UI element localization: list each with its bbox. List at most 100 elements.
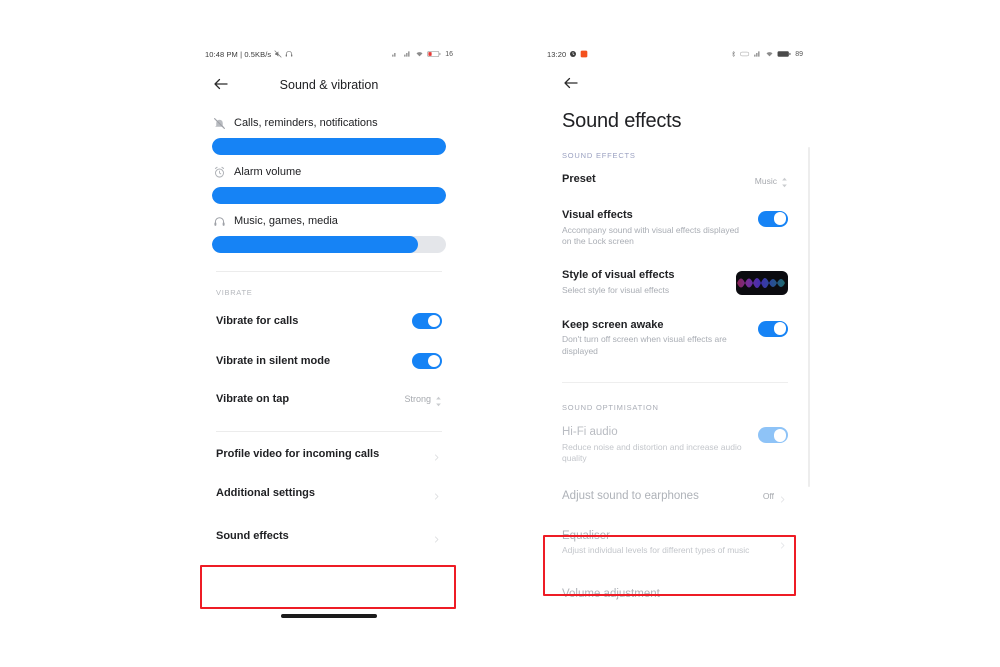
row-additional-settings[interactable]: Additional settings	[212, 472, 446, 514]
scrollbar[interactable]	[808, 147, 810, 487]
row-label: Keep screen awake	[562, 318, 664, 331]
slider-label: Calls, reminders, notifications	[234, 117, 378, 129]
page-title: Sound effects	[562, 110, 682, 132]
row-control[interactable]: Off	[763, 489, 788, 503]
row-subtitle: Select style for visual effects	[562, 285, 670, 296]
screenshot-canvas: 10:48 PM | 0.5KB/s 16 Sound & vibration …	[0, 0, 1000, 667]
toggle-keep-screen-awake[interactable]	[758, 320, 788, 337]
row-control[interactable]	[758, 425, 788, 444]
status-bar-left-group: 13:20	[547, 50, 588, 59]
ringer-muted-icon	[212, 116, 226, 130]
row-label: Vibrate for calls	[216, 315, 299, 327]
row-label: Style of visual effects	[562, 269, 675, 282]
slider-track[interactable]	[212, 138, 446, 155]
row-profile-video-for-incoming-calls[interactable]: Profile video for incoming calls	[212, 432, 446, 472]
row-control[interactable]	[736, 269, 788, 296]
row-preset[interactable]: Preset Music	[562, 162, 788, 198]
signal-icon	[753, 50, 762, 58]
slider-label-row: Calls, reminders, notifications	[212, 116, 446, 130]
battery-percent: 16	[445, 50, 453, 58]
chevron-right-icon	[432, 449, 442, 461]
section-header-vibrate: VIBRATE	[216, 288, 253, 297]
row-equaliser[interactable]: Equaliser Adjust individual levels for d…	[562, 516, 788, 570]
row-label: Adjust sound to earphones	[562, 489, 699, 502]
row-vibrate-for-calls[interactable]: Vibrate for calls	[212, 301, 446, 341]
status-bar-left: 10:48 PM | 0.5KB/s 16	[198, 44, 460, 64]
slider-label-row: Alarm volume	[212, 165, 446, 179]
row-label: Vibrate on tap	[216, 393, 290, 405]
home-indicator	[281, 614, 377, 618]
row-vibrate-in-silent-mode[interactable]: Vibrate in silent mode	[212, 341, 446, 381]
row-label: Sound effects	[216, 530, 289, 542]
slider-track[interactable]	[212, 187, 446, 204]
alarm-clock-icon	[212, 165, 226, 179]
nfc-icon	[740, 50, 750, 58]
right-content: SOUND EFFECTS Preset Music Visual effect…	[540, 147, 810, 612]
row-subtitle: Don't turn off screen when visual effect…	[562, 334, 727, 356]
row-volume-adjustment[interactable]: Volume adjustment	[562, 570, 788, 612]
battery-icon	[777, 50, 791, 58]
row-label: Volume adjustment	[562, 587, 660, 600]
row-text: Style of visual effects Select style for…	[562, 269, 726, 296]
status-bar-time: 10:48 PM | 0.5KB/s	[205, 49, 272, 59]
row-sound-effects[interactable]: Sound effects	[212, 514, 446, 558]
stepper-updown-icon[interactable]	[781, 175, 788, 188]
row-label: Visual effects	[562, 208, 633, 221]
bluetooth-icon	[730, 50, 737, 58]
alarm-icon	[569, 50, 577, 58]
volume-slider-media: Music, games, media	[212, 214, 446, 253]
row-control[interactable]: Strong	[404, 394, 442, 406]
row-keep-screen-awake[interactable]: Keep screen awake Don't turn off screen …	[562, 308, 788, 369]
row-style-of-visual-effects[interactable]: Style of visual effects Select style for…	[562, 258, 788, 307]
row-text: Keep screen awake Don't turn off screen …	[562, 319, 748, 358]
chevron-right-icon	[432, 531, 442, 543]
toggle-vibrate-in-silent-mode[interactable]	[412, 353, 442, 369]
row-control[interactable]	[778, 529, 788, 549]
slider-fill	[212, 138, 446, 155]
row-adjust-sound-to-earphones[interactable]: Adjust sound to earphones Off	[562, 476, 788, 516]
page-title: Sound & vibration	[279, 78, 379, 92]
row-subtitle: Adjust individual levels for different t…	[562, 545, 750, 556]
row-label: Equaliser	[562, 530, 610, 543]
toggle-knob	[427, 354, 441, 368]
status-bar-right: 13:20 89	[540, 44, 810, 64]
headphone-icon	[212, 214, 226, 228]
row-control[interactable]	[758, 319, 788, 337]
slider-fill	[212, 236, 418, 253]
row-label: Preset	[562, 173, 596, 185]
left-content: Calls, reminders, notifications Alarm vo…	[198, 116, 460, 558]
toggle-visual-effects[interactable]	[758, 210, 788, 227]
row-hifi-audio[interactable]: Hi-Fi audio Reduce noise and distortion …	[562, 414, 788, 475]
row-label: Profile video for incoming calls	[216, 448, 380, 460]
app-bar-right	[540, 64, 810, 104]
toggle-vibrate-for-calls[interactable]	[412, 313, 442, 329]
row-vibrate-on-tap[interactable]: Vibrate on tap Strong	[212, 381, 446, 417]
row-control[interactable]: Music	[755, 173, 788, 188]
back-arrow-icon[interactable]	[562, 74, 582, 94]
toggle-knob	[773, 322, 787, 336]
row-label: Vibrate in silent mode	[216, 355, 331, 367]
toggle-knob	[773, 212, 787, 226]
status-bar-right-group: 16	[391, 50, 453, 58]
slider-label: Music, games, media	[234, 215, 338, 227]
app-notification-icon	[580, 50, 588, 58]
toggle-hifi-audio[interactable]	[758, 427, 788, 444]
row-label: Additional settings	[216, 487, 315, 499]
stepper-updown-icon[interactable]	[435, 394, 442, 406]
wifi-icon	[415, 50, 424, 58]
row-visual-effects[interactable]: Visual effects Accompany sound with visu…	[562, 198, 788, 259]
row-control[interactable]	[758, 209, 788, 227]
row-text: Adjust sound to earphones	[562, 489, 753, 503]
section-header-sound-effects: SOUND EFFECTS	[562, 151, 636, 160]
signal-1-icon	[391, 50, 400, 58]
app-bar-left: Sound & vibration	[198, 64, 460, 106]
headphone-icon	[285, 50, 293, 58]
back-arrow-icon[interactable]	[212, 75, 232, 95]
volume-slider-calls: Calls, reminders, notifications	[212, 116, 446, 155]
row-text: Volume adjustment	[562, 587, 788, 601]
visual-effect-thumbnail[interactable]	[736, 271, 788, 296]
slider-track[interactable]	[212, 236, 446, 253]
volume-slider-alarm: Alarm volume	[212, 165, 446, 204]
mute-icon	[274, 50, 282, 58]
battery-low-icon	[427, 50, 441, 58]
